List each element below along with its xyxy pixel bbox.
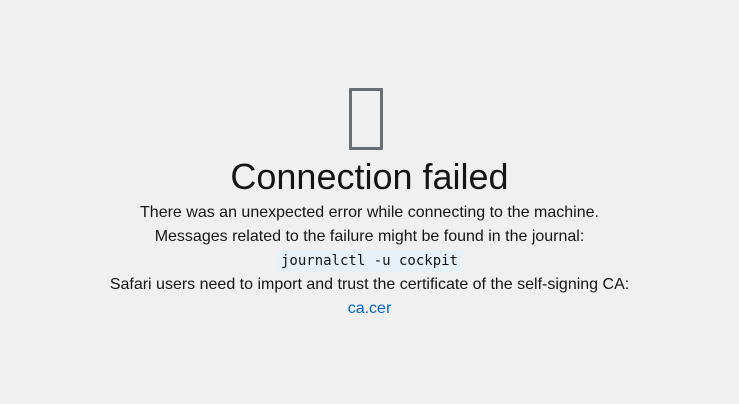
ca-certificate-link[interactable]: ca.cer (348, 300, 392, 317)
page-title: Connection failed (230, 156, 509, 197)
journal-command: journalctl -u cockpit (276, 250, 462, 272)
missing-glyph-icon (349, 88, 383, 150)
journal-command-line: journalctl -u cockpit (0, 249, 739, 273)
error-message: There was an unexpected error while conn… (140, 204, 599, 221)
ca-link-line: ca.cer (0, 297, 739, 321)
journal-hint: Messages related to the failure might be… (154, 228, 585, 245)
safari-hint: Safari users need to import and trust th… (109, 276, 630, 293)
connection-failed-page: Connection failed There was an unexpecte… (0, 0, 739, 404)
